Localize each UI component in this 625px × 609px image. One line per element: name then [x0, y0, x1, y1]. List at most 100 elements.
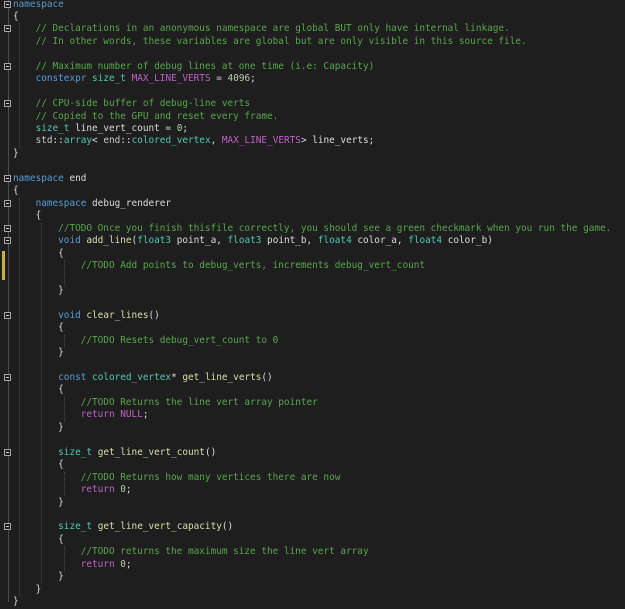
code-line[interactable]: } — [0, 285, 625, 297]
collapse-toggle-icon[interactable] — [4, 237, 11, 245]
code-line[interactable]: { — [0, 322, 625, 334]
code-line[interactable]: void clear_lines() — [0, 310, 625, 322]
code-line[interactable]: std::array< end::colored_vertex, MAX_LIN… — [0, 135, 625, 147]
code-line[interactable]: { — [0, 459, 625, 471]
code-token: } — [13, 421, 64, 433]
code-token: namespace — [13, 172, 64, 184]
code-token: end — [103, 135, 121, 147]
code-line[interactable]: // Maximum number of debug lines at one … — [0, 61, 625, 73]
code-line[interactable] — [0, 434, 625, 446]
code-text: void add_line(float3 point_a, float3 poi… — [13, 235, 493, 247]
code-token: > line_verts; — [300, 135, 375, 147]
code-token: NULL — [120, 409, 143, 421]
code-token: // Declarations in an anonymous namespac… — [35, 23, 510, 35]
code-line[interactable]: //TODO Once you finish thisfile correctl… — [0, 223, 625, 235]
code-text: } — [13, 596, 19, 608]
code-line[interactable]: //TODO Resets debug_vert_count to 0 — [0, 335, 625, 347]
code-line[interactable]: //TODO returns the maximum size the line… — [0, 546, 625, 558]
code-line[interactable]: const colored_vertex* get_line_verts() — [0, 372, 625, 384]
code-token: //TODO Returns the line vert array point… — [80, 396, 318, 408]
code-token: size_t — [92, 73, 126, 85]
code-line[interactable] — [0, 272, 625, 284]
code-line[interactable] — [0, 160, 625, 172]
code-token: float4 — [408, 235, 443, 247]
code-line[interactable]: } — [0, 347, 625, 359]
code-token: } — [13, 583, 42, 595]
code-token: get_line_vert_count — [97, 446, 205, 458]
code-line[interactable] — [0, 86, 625, 98]
code-line[interactable]: namespace end — [0, 173, 625, 185]
collapse-toggle-icon[interactable] — [4, 62, 11, 70]
indent-guide — [18, 197, 20, 597]
code-line[interactable]: size_t line_vert_count = 0; — [0, 123, 625, 135]
code-line[interactable]: } — [0, 422, 625, 434]
code-line[interactable]: { — [0, 534, 625, 546]
code-text: { — [13, 459, 64, 471]
code-token: color_b) — [442, 235, 493, 247]
collapse-toggle-icon[interactable] — [4, 199, 11, 207]
code-line[interactable]: size_t get_line_vert_count() — [0, 447, 625, 459]
code-line[interactable] — [0, 48, 625, 60]
code-line[interactable]: //TODO Returns the line vert array point… — [0, 397, 625, 409]
code-editor[interactable]: namespace{ // Declarations in an anonymo… — [0, 0, 625, 607]
code-line[interactable]: { — [0, 248, 625, 260]
code-line[interactable]: { — [0, 384, 625, 396]
collapse-toggle-icon[interactable] — [4, 448, 11, 456]
code-token: size_t — [58, 446, 93, 458]
code-line[interactable]: namespace debug_renderer — [0, 198, 625, 210]
code-line[interactable]: } — [0, 571, 625, 583]
code-line[interactable] — [0, 297, 625, 309]
code-line[interactable]: return 0; — [0, 559, 625, 571]
code-text: //TODO Resets debug_vert_count to 0 — [13, 335, 279, 347]
collapse-toggle-icon[interactable] — [4, 224, 11, 232]
code-line[interactable]: // In other words, these variables are g… — [0, 36, 625, 48]
code-line[interactable]: //TODO Add points to debug_verts, increm… — [0, 260, 625, 272]
code-line[interactable] — [0, 360, 625, 372]
collapse-toggle-icon[interactable] — [4, 100, 11, 108]
code-token: clear_lines — [86, 309, 149, 321]
code-token: } — [13, 147, 19, 159]
code-token: () — [204, 446, 217, 458]
code-line[interactable]: //TODO Returns how many vertices there a… — [0, 472, 625, 484]
code-line[interactable]: } — [0, 497, 625, 509]
code-line[interactable]: { — [0, 185, 625, 197]
code-line[interactable]: // Copied to the GPU and reset every fra… — [0, 111, 625, 123]
collapse-toggle-icon[interactable] — [4, 25, 11, 33]
code-text: return 0; — [13, 484, 132, 496]
code-line[interactable]: void add_line(float3 point_a, float3 poi… — [0, 235, 625, 247]
code-token: } — [13, 496, 64, 508]
collapse-toggle-icon[interactable] — [4, 174, 11, 182]
code-line[interactable]: namespace — [0, 0, 625, 11]
code-line[interactable]: size_t get_line_vert_capacity() — [0, 521, 625, 533]
collapse-toggle-icon[interactable] — [4, 374, 11, 381]
code-line[interactable]: return 0; — [0, 484, 625, 496]
code-line[interactable]: constexpr size_t MAX_LINE_VERTS = 4096; — [0, 73, 625, 85]
code-text: // CPU-side buffer of debug-line verts — [13, 98, 250, 110]
code-token: ; — [250, 73, 256, 85]
code-line[interactable]: } — [0, 148, 625, 160]
code-line[interactable]: // CPU-side buffer of debug-line verts — [0, 98, 625, 110]
collapse-toggle-icon[interactable] — [4, 0, 11, 8]
collapse-toggle-icon[interactable] — [4, 311, 11, 319]
code-line[interactable] — [0, 509, 625, 521]
code-token: //TODO returns the maximum size the line… — [80, 546, 369, 558]
code-line[interactable]: } — [0, 584, 625, 596]
code-line[interactable]: { — [0, 11, 625, 23]
code-line[interactable]: { — [0, 210, 625, 222]
collapse-toggle-icon[interactable] — [4, 523, 11, 531]
code-line[interactable]: return NULL; — [0, 409, 625, 421]
unsaved-change-marker — [2, 250, 5, 281]
code-line[interactable]: } — [0, 596, 625, 608]
code-token: //TODO Returns how many vertices there a… — [80, 471, 341, 483]
code-token: void — [58, 309, 81, 321]
code-line[interactable]: // Declarations in an anonymous namespac… — [0, 23, 625, 35]
code-token: :: — [52, 135, 64, 147]
code-text: } — [13, 422, 64, 434]
code-text: // Declarations in an anonymous namespac… — [13, 23, 510, 35]
